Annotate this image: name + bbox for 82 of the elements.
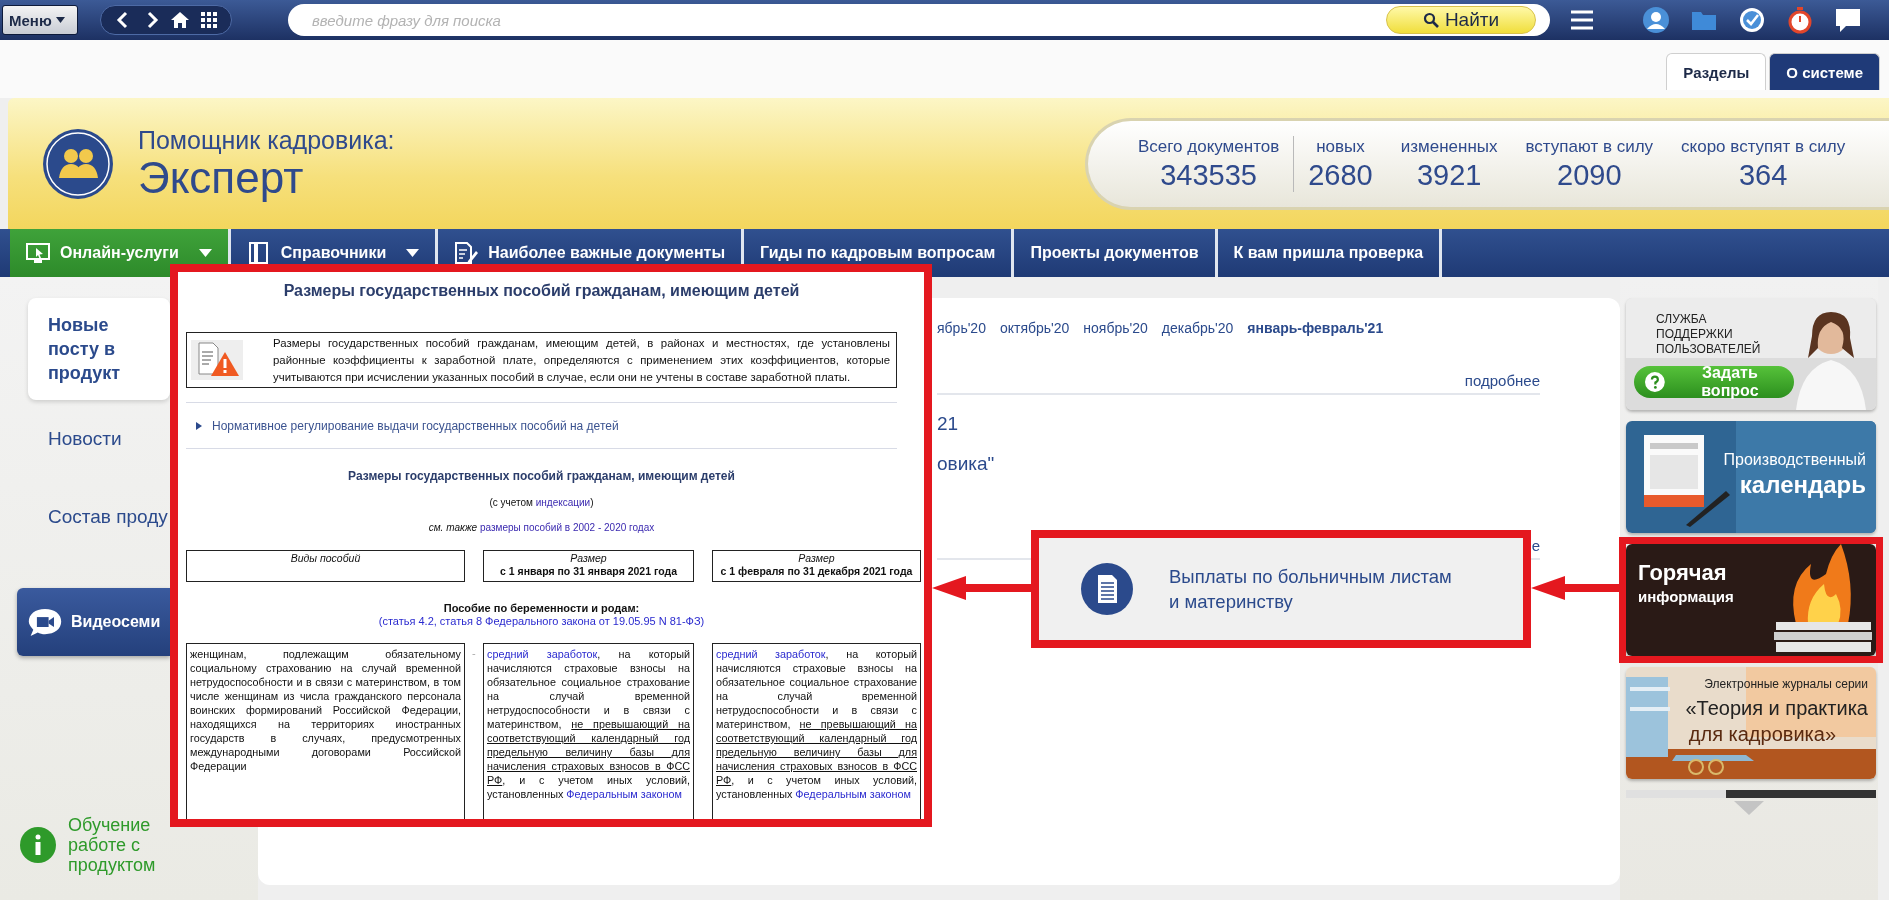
banner-title: для кадровика»	[1688, 723, 1836, 746]
stat-value: 2090	[1557, 157, 1622, 192]
menu-button[interactable]: Меню	[2, 5, 78, 35]
caret-icon	[55, 17, 65, 23]
stat-value: 2680	[1308, 157, 1373, 192]
month-link[interactable]: ноябрь'20	[1083, 320, 1148, 336]
banner[interactable]: Электронные журналы серии «Теория и практика для кадровика»	[1626, 667, 1876, 779]
stat-label: новых	[1316, 135, 1365, 158]
nav-item[interactable]: Проекты документов	[1014, 229, 1218, 277]
sidebar-item[interactable]: Новые посту в продукт	[28, 298, 170, 400]
document-heading: Размеры государственных пособий гражданам, имеющим детей	[347, 469, 736, 483]
banner-subtitle: информация	[1638, 588, 1734, 605]
stat-label: скоро вступят в силу	[1681, 135, 1846, 158]
table-header-cell: Виды пособий	[186, 550, 465, 582]
stat-label: вступают в силу	[1525, 135, 1654, 158]
document-note: см. также размеры пособий в 2002 - 2020 годах	[427, 522, 656, 533]
month-link[interactable]: ябрь'20	[937, 320, 986, 336]
search-icon	[1422, 12, 1439, 28]
callout-link[interactable]: Выплаты по больничным листам и материнству	[1169, 564, 1459, 614]
stopwatch-icon[interactable]	[1786, 6, 1814, 34]
ask-question-button[interactable]: Задать вопрос	[1634, 366, 1794, 398]
table-header-cell: Размер с 1 февраля по 31 декабря 2021 года	[712, 550, 921, 582]
document-note: (с учетом индексации)	[488, 497, 595, 508]
search-field[interactable]: введите фразу для поиска Найти	[288, 4, 1550, 36]
expandable-section[interactable]: Нормативное регулирование выдачи государственных пособий на детей	[186, 403, 897, 448]
text-link[interactable]: средний заработок	[716, 648, 826, 660]
text-link[interactable]: Федеральным законом	[795, 788, 911, 800]
banner-title: календарь	[1739, 471, 1866, 499]
cell-text: средний заработок, на который начисляются страховые взносы на обязательное социальное страхование на случай временной нетрудоспособности и в связи с материнством, не превышающий на соответствующий календарный год предельную величину базы для начисления страховых взносов в ФСС РФ, и с учетом иных условий, установленных Федеральным законом	[487, 647, 690, 801]
month-link[interactable]: декабрь'20	[1161, 320, 1234, 336]
document-icon	[1081, 563, 1133, 615]
banner-title: «Теория и практика	[1685, 697, 1868, 720]
cell-text: средний заработок, на который начисляются страховые взносы на обязательное социальное страхование на случай временной нетрудоспособности и в связи с материнством, не превышающий на соответствующий календарный год предельную величину базы для начисления страховых взносов в ФСС РФ, и с учетом иных условий, установленных Федеральным законом	[716, 647, 917, 801]
banner[interactable]: СЛУЖБА ПОДДЕРЖКИ ПОЛЬЗОВАТЕЛЕЙ Задать вопрос	[1626, 298, 1876, 410]
news-line: 21	[937, 413, 960, 435]
stat-label: измененных	[1400, 135, 1498, 158]
help-icon	[1644, 371, 1666, 393]
sidebar-item[interactable]: Новости	[48, 400, 122, 478]
nav-item[interactable]: К вам пришла проверка	[1217, 229, 1443, 277]
more-link[interactable]: е	[1531, 537, 1540, 554]
support-caption: СЛУЖБА ПОДДЕРЖКИ ПОЛЬЗОВАТЕЛЕЙ	[1656, 312, 1761, 357]
banner[interactable]: Производственный календарь	[1626, 421, 1876, 533]
text-link[interactable]: Федеральным законом	[566, 788, 682, 800]
stat-value: 343535	[1160, 157, 1257, 192]
product-subtitle: Помощник кадровика:	[138, 125, 395, 154]
more-link[interactable]: подробнее	[1464, 372, 1540, 389]
callout-card[interactable]: Выплаты по больничным листам и материнству	[1031, 530, 1531, 648]
user-icon[interactable]	[1642, 6, 1670, 34]
monitor-cursor-icon	[26, 242, 50, 264]
find-button[interactable]: Найти	[1386, 6, 1536, 34]
month-link[interactable]: октябрь'20	[999, 320, 1070, 336]
stat-value: 3921	[1416, 157, 1482, 192]
section-tab[interactable]: О системе	[1769, 53, 1880, 90]
document-title: Размеры государственных пособий гражданам, имеющим детей	[282, 282, 801, 300]
cell-text: женщинам, подлежащим обязательному социальному страхованию на случай временной нетрудоспособности и в связи с материнством, в том числе женщинам из числа гражданского персонала воинских формирований Российской Федерации, находящихся на территориях иностранных государств в случаях, предусмотренных международными договорами Российской Федерации	[190, 647, 461, 773]
law-reference-link[interactable]: (статья 4.2, статья 8 Федерального закона от 19.05.95 N 81-ФЗ)	[186, 615, 897, 627]
document-warning-icon	[191, 340, 243, 380]
text-link[interactable]: размеры пособий в 2002 - 2020 годах	[479, 522, 655, 533]
chat-icon[interactable]	[1834, 6, 1862, 34]
separator-mark: -	[472, 647, 476, 659]
stat-value: 364	[1738, 157, 1788, 192]
news-line: овика"	[937, 453, 996, 475]
banner-caption: Электронные журналы серии	[1704, 677, 1868, 691]
banner-subtitle: Производственный	[1723, 451, 1866, 469]
people-icon	[42, 127, 114, 200]
grid-icon[interactable]	[199, 11, 218, 29]
product-title: Эксперт	[138, 153, 304, 202]
clock-check-icon[interactable]	[1738, 6, 1766, 34]
banner-title: Горячая	[1638, 560, 1727, 586]
video-seminar-button[interactable]: Видеосеми	[17, 588, 170, 656]
notice-text: Размеры государственных пособий гражданам, имеющим детей, в районах и местностях, где установлены районные коэффициенты к заработной плате, определяются с применением этих коэффициентов, которые учитываются при исчислении указанных пособий в случае, если они не учтены в составе заработной платы.	[273, 335, 890, 385]
month-link[interactable]: январь-февраль'21	[1247, 320, 1384, 336]
section-tab[interactable]: Разделы	[1666, 53, 1767, 90]
sidebar-item[interactable]: Состав проду	[48, 478, 168, 556]
nav-item[interactable]: Онлайн-услуги	[10, 229, 231, 277]
benefit-title: Пособие по беременности и родам:	[442, 602, 641, 614]
table-header-cell: Размер с 1 января по 31 января 2021 года	[483, 550, 694, 582]
stat-label: Всего документов	[1138, 135, 1280, 158]
camera-bubble-icon	[27, 606, 63, 638]
info-icon	[20, 827, 56, 863]
banner[interactable]: Горячая информация	[1626, 544, 1876, 656]
home-icon[interactable]	[171, 11, 190, 29]
